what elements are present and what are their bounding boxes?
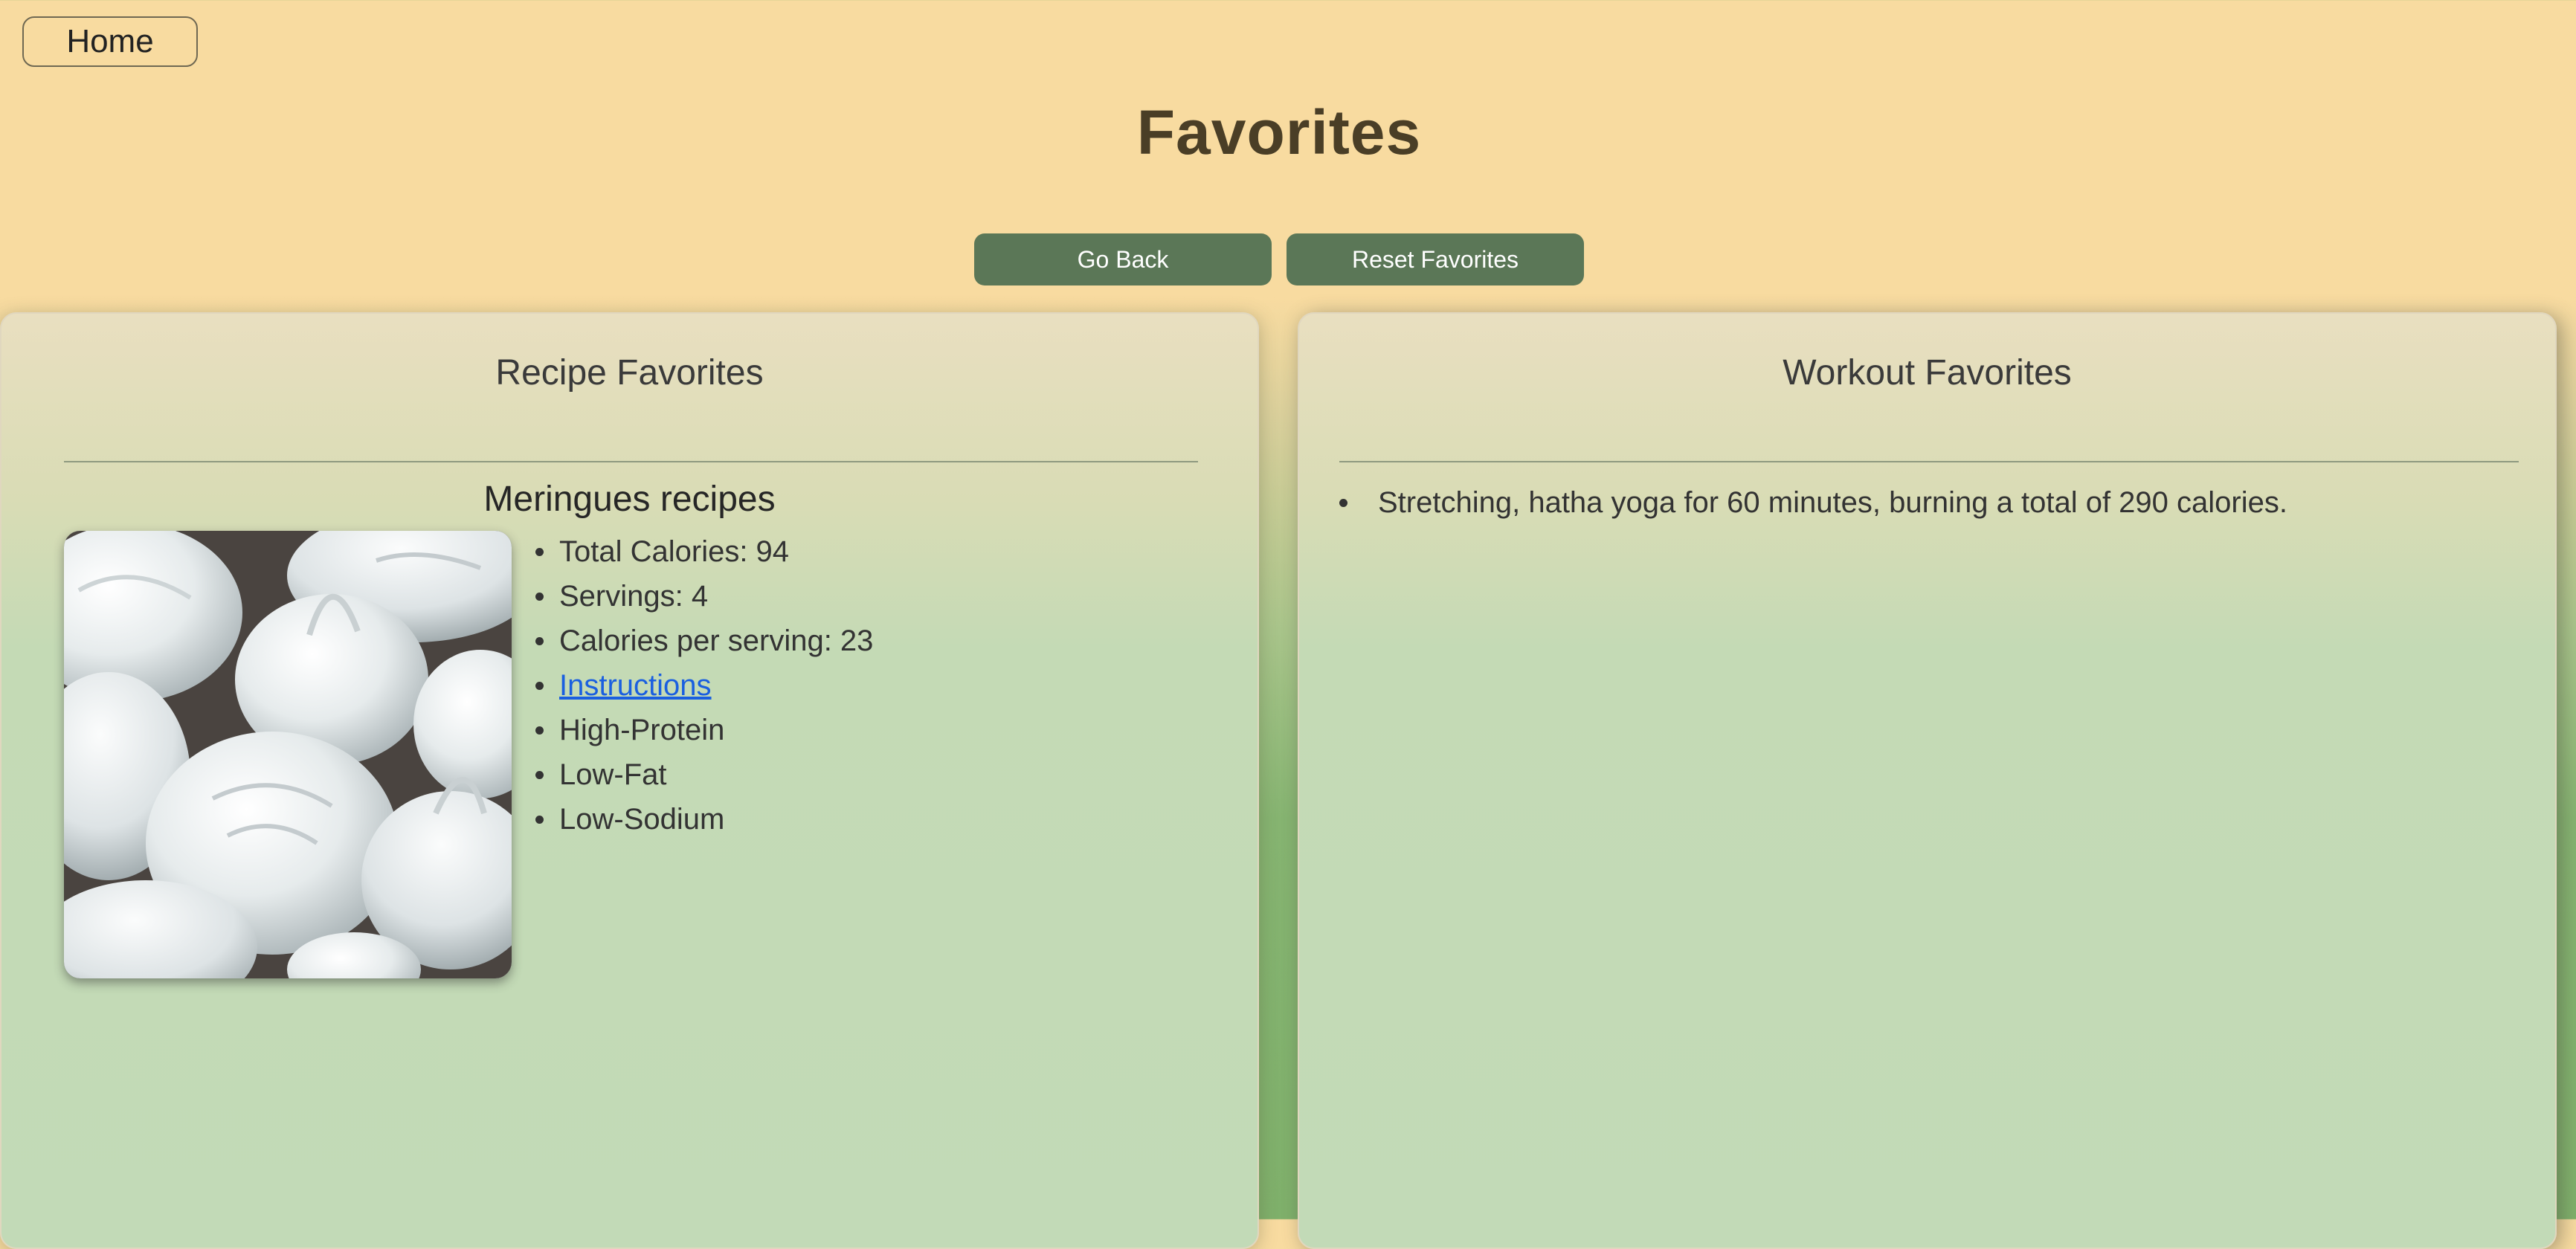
action-bar: Go Back Reset Favorites — [974, 233, 1584, 285]
recipe-divider — [64, 461, 1198, 462]
workout-favorites-panel: Workout Favorites Stretching, hatha yoga… — [1298, 312, 2557, 1249]
page-title: Favorites — [1136, 97, 1422, 167]
instructions-item: Instructions — [535, 663, 873, 708]
instructions-link[interactable]: Instructions — [559, 669, 712, 702]
workout-divider — [1339, 461, 2519, 462]
recipe-tag: Low-Sodium — [535, 797, 873, 842]
total-calories: Total Calories: 94 — [535, 529, 873, 574]
workout-list: Stretching, hatha yoga for 60 minutes, b… — [1339, 480, 2287, 525]
workout-favorites-heading: Workout Favorites — [1783, 353, 2072, 393]
recipe-image — [64, 531, 512, 978]
servings: Servings: 4 — [535, 574, 873, 619]
go-back-button[interactable]: Go Back — [974, 233, 1272, 285]
reset-favorites-button[interactable]: Reset Favorites — [1287, 233, 1584, 285]
recipe-tag: High-Protein — [535, 708, 873, 752]
recipe-favorites-panel: Recipe Favorites Meringues recipes Total… — [0, 312, 1259, 1249]
home-button[interactable]: Home — [22, 16, 198, 67]
recipe-favorites-heading: Recipe Favorites — [495, 353, 764, 393]
workout-item: Stretching, hatha yoga for 60 minutes, b… — [1339, 480, 2287, 525]
recipe-tag: Low-Fat — [535, 752, 873, 797]
calories-per-serving: Calories per serving: 23 — [535, 619, 873, 663]
recipe-title: Meringues recipes — [483, 480, 776, 519]
recipe-details-list: Total Calories: 94 Servings: 4 Calories … — [535, 529, 873, 842]
